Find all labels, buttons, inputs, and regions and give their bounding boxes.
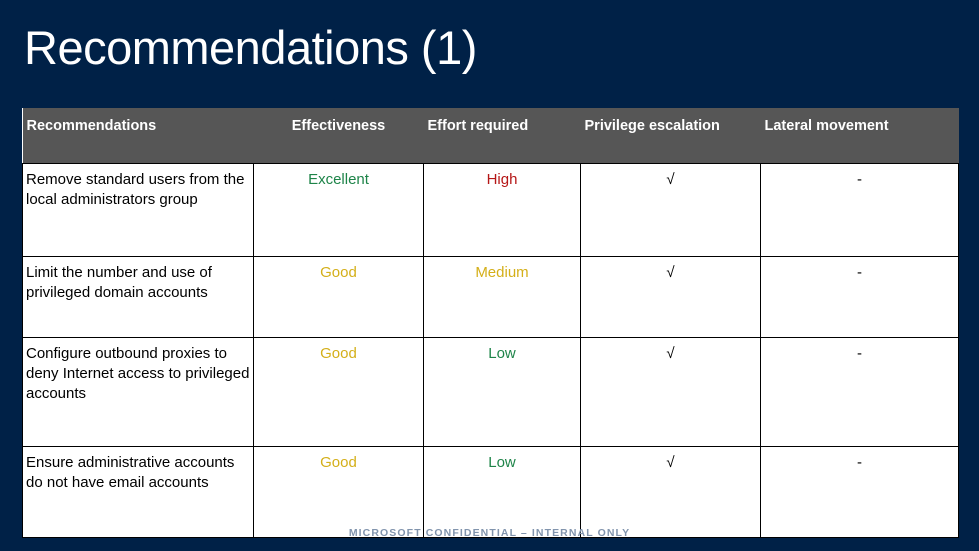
table-row: Limit the number and use of privileged d…	[22, 256, 959, 338]
confidentiality-footer: MICROSOFT CONFIDENTIAL – INTERNAL ONLY	[348, 527, 631, 539]
cell-effort: Low	[423, 446, 581, 538]
cell-lateral-movement: -	[760, 446, 959, 538]
cell-lateral-movement: -	[760, 256, 959, 338]
column-header-effort-required: Effort required	[423, 108, 581, 164]
cell-effectiveness: Good	[253, 446, 424, 538]
table-row: Remove standard users from the local adm…	[22, 163, 959, 257]
table-header: Recommendations Effectiveness Effort req…	[22, 108, 959, 164]
slide-canvas: Recommendations (1) Recommendations Effe…	[0, 0, 979, 551]
cell-effort: Low	[423, 337, 581, 447]
recommendations-table-container: Recommendations Effectiveness Effort req…	[22, 108, 959, 538]
table-header-row: Recommendations Effectiveness Effort req…	[22, 108, 959, 164]
cell-lateral-movement: -	[760, 163, 959, 257]
cell-effort: Medium	[423, 256, 581, 338]
column-header-effectiveness: Effectiveness	[253, 108, 424, 164]
cell-recommendation: Remove standard users from the local adm…	[22, 163, 254, 257]
table-row: Configure outbound proxies to deny Inter…	[22, 337, 959, 447]
cell-privilege-escalation: √	[580, 337, 761, 447]
cell-effectiveness: Excellent	[253, 163, 424, 257]
table-body: Remove standard users from the local adm…	[22, 163, 959, 538]
cell-recommendation: Ensure administrative accounts do not ha…	[22, 446, 254, 538]
column-header-privilege-escalation: Privilege escalation	[580, 108, 761, 164]
cell-lateral-movement: -	[760, 337, 959, 447]
cell-effectiveness: Good	[253, 256, 424, 338]
page-title: Recommendations (1)	[24, 21, 477, 74]
cell-recommendation: Configure outbound proxies to deny Inter…	[22, 337, 254, 447]
column-header-lateral-movement: Lateral movement	[760, 108, 959, 164]
recommendations-table: Recommendations Effectiveness Effort req…	[22, 108, 959, 538]
cell-effort: High	[423, 163, 581, 257]
cell-privilege-escalation: √	[580, 446, 761, 538]
cell-recommendation: Limit the number and use of privileged d…	[22, 256, 254, 338]
column-header-recommendations: Recommendations	[22, 108, 254, 164]
cell-privilege-escalation: √	[580, 256, 761, 338]
table-row: Ensure administrative accounts do not ha…	[22, 446, 959, 538]
cell-privilege-escalation: √	[580, 163, 761, 257]
cell-effectiveness: Good	[253, 337, 424, 447]
